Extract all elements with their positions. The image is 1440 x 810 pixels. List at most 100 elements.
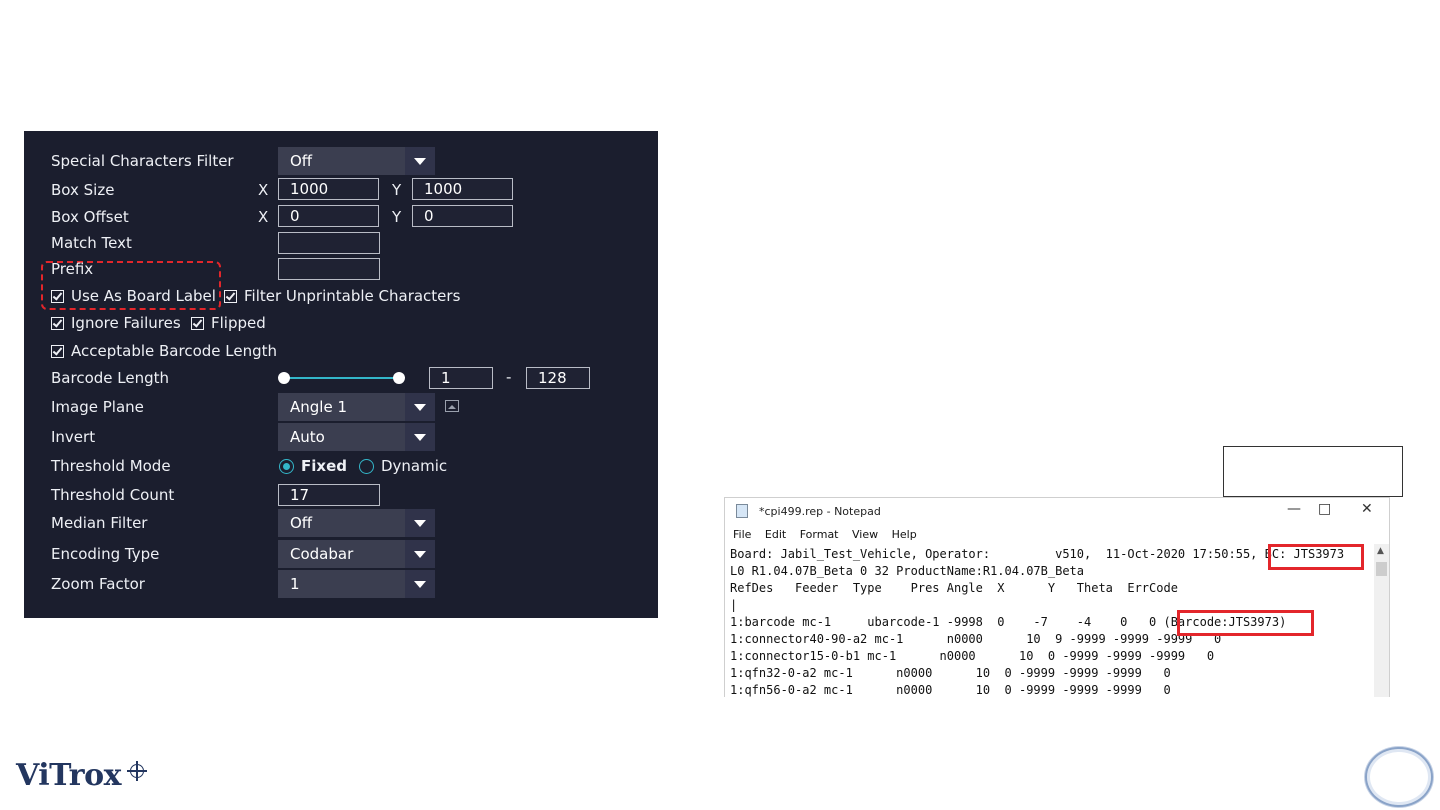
ignore-failures-text: Ignore Failures: [71, 314, 181, 332]
menu-edit[interactable]: Edit: [765, 528, 786, 541]
box-offset-y-label: Y: [392, 208, 402, 226]
threshold-mode-label: Threshold Mode: [51, 457, 171, 475]
flipped-checkbox[interactable]: Flipped: [191, 313, 266, 333]
slider-min-handle[interactable]: [278, 372, 290, 384]
filter-unprintable-checkbox[interactable]: Filter Unprintable Characters: [224, 286, 460, 306]
logo-crosshair-icon: [127, 761, 147, 781]
menu-file[interactable]: File: [733, 528, 751, 541]
barcode-length-max-input[interactable]: 128: [526, 367, 590, 389]
text-line[interactable]: 1:connector15-0-b1 mc-1 n0000 10 0 -9999…: [730, 648, 1214, 664]
box-offset-label: Box Offset: [51, 208, 129, 226]
special-characters-filter-label: Special Characters Filter: [51, 152, 234, 170]
zoom-factor-value: 1: [290, 575, 300, 593]
chevron-down-icon[interactable]: [405, 540, 435, 568]
threshold-fixed-radio[interactable]: Fixed: [279, 456, 347, 476]
box-size-y-input[interactable]: 1000: [412, 178, 513, 200]
notepad-window: *cpi499.rep - Notepad — □ ✕ File Edit Fo…: [724, 497, 1390, 697]
barcode-highlight-box: [1177, 610, 1314, 636]
threshold-dynamic-text: Dynamic: [381, 457, 448, 475]
image-preview-icon[interactable]: [445, 400, 459, 412]
text-line[interactable]: 1:qfn32-0-a2 mc-1 n0000 10 0 -9999 -9999…: [730, 665, 1171, 681]
prefix-input[interactable]: [278, 258, 380, 280]
median-filter-label: Median Filter: [51, 514, 148, 532]
decorative-circle: [1365, 747, 1433, 807]
match-text-input[interactable]: [278, 232, 380, 254]
scroll-up-icon[interactable]: ▲: [1377, 546, 1384, 556]
box-size-y-label: Y: [392, 181, 402, 199]
menu-help[interactable]: Help: [892, 528, 917, 541]
invert-label: Invert: [51, 428, 96, 446]
minimize-icon[interactable]: —: [1287, 501, 1301, 517]
text-line[interactable]: L0 R1.04.07B_Beta 0 32 ProductName:R1.04…: [730, 563, 1084, 579]
menu-format[interactable]: Format: [800, 528, 839, 541]
invert-dropdown[interactable]: Auto: [278, 423, 435, 451]
box-offset-x-label: X: [258, 208, 269, 226]
text-line[interactable]: Board: Jabil_Test_Vehicle, Operator: v51…: [730, 546, 1344, 562]
box-size-x-input[interactable]: 1000: [278, 178, 379, 200]
encoding-type-dropdown[interactable]: Codabar: [278, 540, 435, 568]
use-as-board-label-text: Use As Board Label: [71, 287, 216, 305]
text-line[interactable]: 1:connector40-90-a2 mc-1 n0000 10 9 -999…: [730, 631, 1221, 647]
checkbox-checked-icon: [51, 289, 64, 303]
close-icon[interactable]: ✕: [1361, 501, 1373, 517]
scrollbar-thumb[interactable]: [1376, 562, 1387, 576]
checkbox-checked-icon: [51, 316, 64, 330]
chevron-down-icon[interactable]: [405, 509, 435, 537]
match-text-label: Match Text: [51, 234, 132, 252]
maximize-icon[interactable]: □: [1318, 501, 1331, 517]
threshold-fixed-text: Fixed: [301, 457, 347, 475]
chevron-down-icon[interactable]: [405, 570, 435, 598]
zoom-factor-label: Zoom Factor: [51, 575, 145, 593]
callout-box: [1223, 446, 1403, 497]
chevron-down-icon[interactable]: [405, 393, 435, 421]
radio-selected-icon: [279, 458, 294, 474]
menu-bar: File Edit Format View Help: [733, 528, 927, 541]
barcode-length-slider[interactable]: [284, 377, 399, 379]
checkbox-checked-icon: [224, 289, 237, 303]
image-plane-value: Angle 1: [290, 398, 347, 416]
box-size-x-label: X: [258, 181, 269, 199]
box-offset-x-input[interactable]: 0: [278, 205, 379, 227]
zoom-factor-dropdown[interactable]: 1: [278, 570, 435, 598]
acceptable-barcode-length-checkbox[interactable]: Acceptable Barcode Length: [51, 341, 277, 361]
barcode-length-min-input[interactable]: 1: [429, 367, 493, 389]
vertical-scrollbar[interactable]: ▲: [1374, 544, 1389, 697]
special-characters-filter-value: Off: [290, 152, 313, 170]
image-plane-dropdown[interactable]: Angle 1: [278, 393, 435, 421]
chevron-down-icon[interactable]: [405, 147, 435, 175]
acceptable-barcode-length-text: Acceptable Barcode Length: [71, 342, 278, 360]
prefix-label: Prefix: [51, 260, 94, 278]
filter-unprintable-text: Filter Unprintable Characters: [244, 287, 461, 305]
chevron-down-icon[interactable]: [405, 423, 435, 451]
window-title: *cpi499.rep - Notepad: [759, 505, 881, 518]
invert-value: Auto: [290, 428, 325, 446]
use-as-board-label-checkbox[interactable]: Use As Board Label: [51, 286, 216, 306]
ignore-failures-checkbox[interactable]: Ignore Failures: [51, 313, 181, 333]
checkbox-checked-icon: [51, 344, 64, 358]
barcode-length-label: Barcode Length: [51, 369, 170, 387]
bc-highlight-box: [1268, 544, 1364, 570]
box-size-label: Box Size: [51, 181, 115, 199]
box-offset-y-input[interactable]: 0: [412, 205, 513, 227]
encoding-type-value: Codabar: [290, 545, 354, 563]
text-line[interactable]: RefDes Feeder Type Pres Angle X Y Theta …: [730, 580, 1178, 596]
median-filter-dropdown[interactable]: Off: [278, 509, 435, 537]
threshold-count-label: Threshold Count: [51, 486, 175, 504]
slider-max-handle[interactable]: [393, 372, 405, 384]
barcode-settings-panel: Special Characters Filter Off Box Size X…: [24, 131, 658, 618]
median-filter-value: Off: [290, 514, 313, 532]
text-line[interactable]: 1:qfn56-0-a2 mc-1 n0000 10 0 -9999 -9999…: [730, 682, 1171, 697]
vitrox-logo: ViTrox: [16, 758, 122, 793]
notepad-icon: [736, 504, 748, 518]
encoding-type-label: Encoding Type: [51, 545, 160, 563]
image-plane-label: Image Plane: [51, 398, 144, 416]
threshold-dynamic-radio[interactable]: Dynamic: [359, 456, 447, 476]
flipped-text: Flipped: [211, 314, 266, 332]
threshold-count-input[interactable]: 17: [278, 484, 380, 506]
radio-unselected-icon: [359, 458, 374, 474]
text-cursor[interactable]: |: [730, 597, 737, 613]
range-separator: -: [506, 368, 512, 386]
checkbox-checked-icon: [191, 316, 204, 330]
special-characters-filter-dropdown[interactable]: Off: [278, 147, 435, 175]
menu-view[interactable]: View: [852, 528, 878, 541]
